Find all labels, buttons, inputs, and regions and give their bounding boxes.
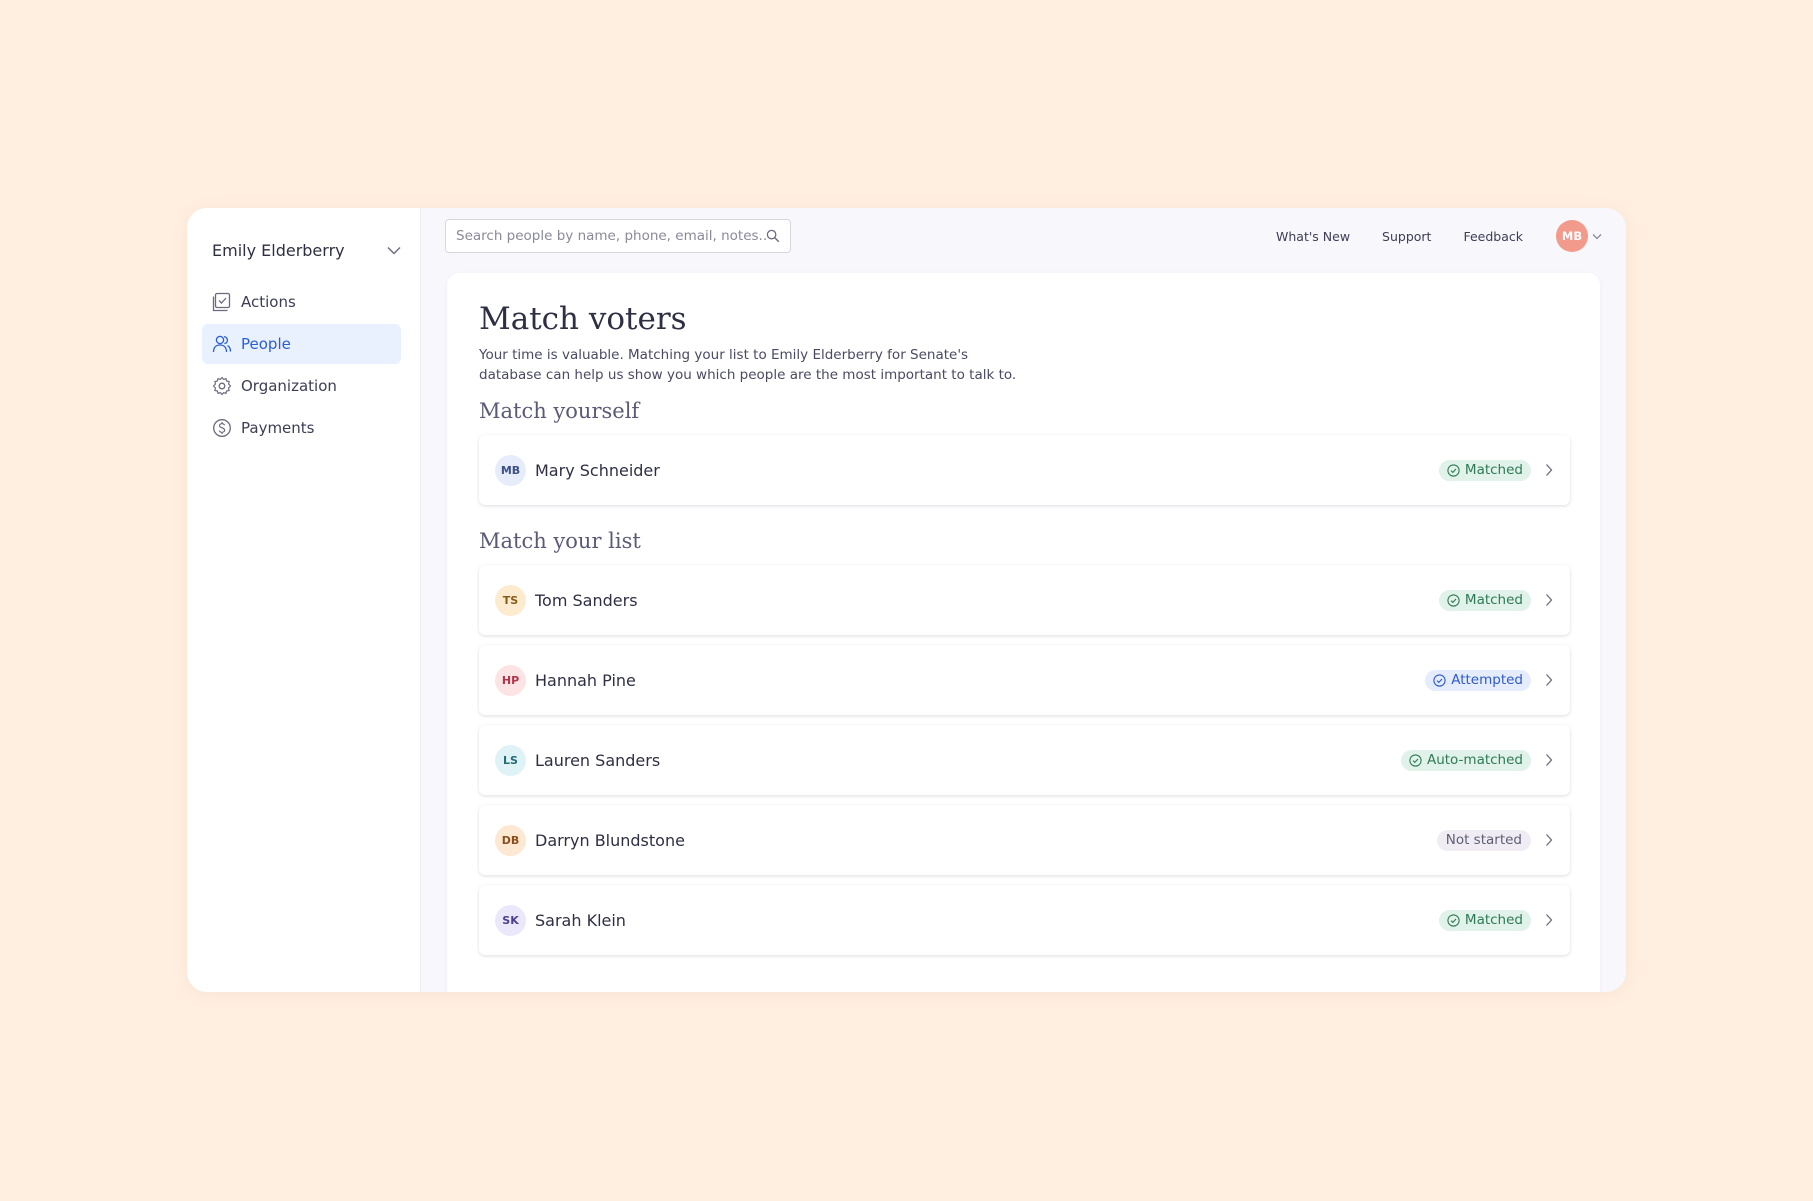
search-box [445, 219, 791, 253]
status-badge: Matched [1438, 459, 1531, 481]
list-item[interactable]: TS Tom Sanders Matched [479, 565, 1570, 635]
section-title-match-list: Match your list [479, 529, 641, 553]
avatar: TS [495, 584, 526, 616]
chevron-right-icon [1546, 464, 1553, 476]
status-label: Auto-matched [1426, 752, 1523, 768]
support-link[interactable]: Support [1382, 229, 1431, 244]
actions-icon [212, 292, 231, 312]
whats-new-link[interactable]: What's New [1276, 229, 1350, 244]
list-item[interactable]: SK Sarah Klein Matched [479, 885, 1570, 955]
person-name: Sarah Klein [535, 910, 626, 930]
user-avatar: MB [1556, 220, 1588, 252]
status-badge: Not started [1436, 829, 1531, 851]
person-name: Hannah Pine [535, 670, 636, 690]
sidebar-item-people[interactable]: People [202, 324, 401, 364]
sidebar-item-label: Payments [241, 419, 315, 437]
check-circle-icon [1447, 913, 1460, 927]
status-label: Not started [1445, 832, 1522, 848]
org-name: Emily Elderberry [212, 240, 345, 260]
chevron-down-icon [387, 246, 401, 254]
search-icon[interactable] [766, 229, 780, 243]
user-menu[interactable]: MB [1556, 220, 1602, 252]
list-item[interactable]: HP Hannah Pine Attempted [479, 645, 1570, 715]
check-circle-icon [1447, 463, 1460, 477]
org-switcher[interactable]: Emily Elderberry [212, 230, 401, 270]
status-badge: Matched [1438, 909, 1531, 931]
feedback-link[interactable]: Feedback [1463, 229, 1523, 244]
avatar: LS [495, 744, 526, 776]
avatar: DB [495, 824, 526, 856]
topbar: What's New Support Feedback MB [421, 208, 1626, 264]
status-label: Attempted [1451, 672, 1523, 688]
app-window: Emily Elderberry Actions People Organiza… [187, 208, 1626, 992]
self-person-row[interactable]: MB Mary Schneider Matched [479, 435, 1570, 505]
sidebar-nav: Actions People Organization Payments [202, 282, 401, 450]
status-badge: Attempted [1425, 669, 1531, 691]
top-links: What's New Support Feedback MB [1244, 218, 1602, 254]
gear-icon [212, 376, 232, 396]
status-label: Matched [1464, 592, 1523, 608]
sidebar-item-payments[interactable]: Payments [202, 408, 401, 448]
search-input[interactable] [456, 228, 766, 244]
page-title: Match voters [479, 301, 687, 337]
check-circle-icon [1409, 753, 1422, 767]
status-badge: Matched [1438, 589, 1531, 611]
chevron-right-icon [1546, 834, 1553, 846]
sidebar-item-label: Actions [241, 293, 296, 311]
person-name: Tom Sanders [535, 590, 638, 610]
sidebar-item-label: Organization [241, 377, 337, 395]
chevron-right-icon [1546, 674, 1553, 686]
list-item[interactable]: DB Darryn Blundstone Not started [479, 805, 1570, 875]
sidebar-item-organization[interactable]: Organization [202, 366, 401, 406]
list-item[interactable]: LS Lauren Sanders Auto-matched [479, 725, 1570, 795]
person-name: Darryn Blundstone [535, 830, 685, 850]
check-circle-icon [1433, 673, 1446, 687]
status-badge: Auto-matched [1400, 749, 1531, 771]
chevron-right-icon [1546, 754, 1553, 766]
sidebar-item-actions[interactable]: Actions [202, 282, 401, 322]
chevron-right-icon [1546, 914, 1553, 926]
avatar: MB [495, 454, 526, 486]
check-circle-icon [1447, 593, 1460, 607]
dollar-icon [213, 419, 231, 437]
avatar: SK [495, 904, 526, 936]
status-label: Matched [1464, 912, 1523, 928]
sidebar: Emily Elderberry Actions People Organiza… [187, 208, 421, 992]
section-title-match-yourself: Match yourself [479, 399, 640, 423]
person-name: Mary Schneider [535, 460, 660, 480]
avatar: HP [495, 664, 526, 696]
chevron-right-icon [1546, 594, 1553, 606]
person-name: Lauren Sanders [535, 750, 661, 770]
sidebar-item-label: People [241, 335, 291, 353]
status-label: Matched [1464, 462, 1523, 478]
page-description: Your time is valuable. Matching your lis… [479, 347, 1017, 383]
chevron-down-icon [1592, 233, 1602, 239]
people-icon [212, 335, 232, 353]
main-content: Match voters Your time is valuable. Matc… [447, 273, 1600, 992]
